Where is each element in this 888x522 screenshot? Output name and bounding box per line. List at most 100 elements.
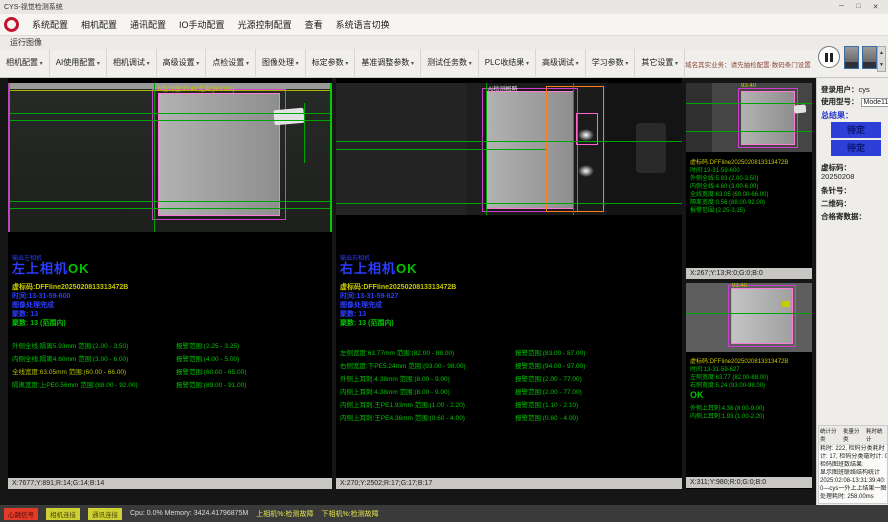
close-button[interactable]: ✕	[867, 3, 884, 11]
toolbar-baseline-adjust[interactable]: 基准调整参数	[355, 49, 421, 78]
pause-icon	[825, 53, 828, 62]
toolbar-advanced-settings[interactable]: 高级设置	[157, 49, 207, 78]
battery-cell-image	[731, 288, 793, 344]
info-line: 右侧宽度:5.24 (93.00-98.00)	[686, 380, 765, 389]
menu-item-comm-config[interactable]: 通讯配置	[130, 18, 166, 31]
alarm-range-text: 报警范围:(94.00 - 97.00)	[509, 360, 585, 370]
menu-item-light-control[interactable]: 光源控制配置	[238, 18, 292, 31]
spinner-control[interactable]: ▲▼	[877, 46, 886, 72]
stats-line: 检码图班数结果:	[819, 461, 887, 469]
camera-view-small-top[interactable]: 93.40	[686, 83, 812, 152]
green-hline	[686, 103, 812, 104]
bottom-status-bar: 心跳信号 相机连接 通讯连接 Cpu: 0.0% Memory: 3424.41…	[0, 505, 888, 522]
barcode-value: 20250208	[821, 172, 854, 181]
alarm-range-text: 报警范围:(0.60 - 4.00)	[509, 412, 578, 422]
measurement-row: 内侧全线:隔离4.60mm 范围:(3.00 - 6.00) 报警范围:(4.0…	[8, 353, 332, 363]
minimize-button[interactable]: ─	[833, 3, 850, 11]
camera-view-small-bottom[interactable]: 93.40	[686, 283, 812, 352]
menubar: 系统配置 相机配置 通讯配置 IO手动配置 光源控制配置 查看 系统语言切换	[0, 14, 888, 36]
result-info-left: 输出左相机 左上相机OK 虚标码:DFFIine2025020813313472…	[8, 78, 332, 489]
camera-result-title: 右上相机OK	[340, 258, 418, 277]
toolbar-calibration-params[interactable]: 标定参数	[306, 49, 356, 78]
toolbar-other-settings[interactable]: 其它设置	[635, 49, 685, 78]
model-label: 使用型号：	[821, 97, 859, 106]
overlay-measure-label: 93.40	[732, 283, 747, 289]
measurement-text: 全线宽度:63.05mm 范围:(60.00 - 66.00)	[8, 366, 170, 376]
camera-result-title: 左上相机OK	[12, 258, 90, 277]
login-user-label: 登录用户：	[821, 85, 859, 94]
ok-status: OK	[690, 390, 704, 400]
heartbeat-indicator: 心跳信号	[4, 508, 38, 520]
model-row: 使用型号：Mode11	[821, 96, 888, 107]
view-mode-label: 运行图像	[0, 36, 888, 50]
pixel-status-left: X:7677;Y:891;R:14;G:14;B:14	[8, 478, 332, 489]
measurement-row: 外侧上耳刺:4.38mm 范围:(8.00 - 9.00) 报警范围:(2.00…	[336, 373, 682, 383]
login-user-row: 登录用户：cys	[821, 84, 870, 95]
alarm-range-text: 报警范围:(89.00 - 91.00)	[170, 379, 246, 389]
menu-item-io-manual-config[interactable]: IO手动配置	[179, 18, 225, 31]
dark-strip	[686, 83, 712, 152]
toolbar-camera-debug[interactable]: 相机调试	[107, 49, 157, 78]
model-input[interactable]: Mode11	[861, 98, 888, 107]
alarm-range-text: 报警范围:(2.25 - 3.25)	[170, 340, 239, 350]
menu-item-view[interactable]: 查看	[305, 18, 323, 31]
stats-tab-category[interactable]: 统计分类	[820, 427, 840, 443]
pause-button[interactable]	[818, 46, 840, 68]
stats-line: 计: 17, 检码分类毫时计: 0,	[819, 453, 887, 461]
stats-tab-batch[interactable]: 批量分类	[843, 427, 863, 443]
pause-icon	[830, 53, 833, 62]
cpu-memory-text: Cpu: 0.0% Memory: 3424.41796875M	[130, 510, 248, 517]
toolbar: 相机配置 AI使用配置 相机调试 高级设置 点检设置 图像处理 标定参数 基准调…	[0, 50, 888, 78]
menu-item-system-config[interactable]: 系统配置	[32, 18, 68, 31]
qr-label: 二维码：	[821, 198, 851, 209]
measurement-row: 内侧上耳刺:王PE4.36mm 范围:(0.60 - 4.00) 报警范围:(0…	[336, 412, 682, 422]
camera-thumb-button-1[interactable]	[844, 46, 859, 69]
down-arrow-icon[interactable]: ▼	[878, 59, 885, 71]
camera-panel-small-top: 93.40 虚标码:DFFIine2025020813313472B 时间:13…	[686, 83, 812, 279]
measurement-text: 右侧宽度:下PE5.24mm 范围:(93.00 - 98.00)	[336, 360, 509, 370]
measurement-text: 隔离宽度:上PE0.56mm 范围:(88.00 - 92.00)	[8, 379, 170, 389]
measurement-row: 内侧上耳刺:王PE1.93mm 范围:(1.00 - 2.20) 报警范围:(1…	[336, 399, 682, 409]
maximize-button[interactable]: □	[850, 3, 867, 11]
ok-status: OK	[68, 261, 90, 276]
pixel-status-center: X:270;Y:2502;R:17;G:17;B:17	[336, 478, 682, 489]
toolbar-image-processing[interactable]: 图像处理	[256, 49, 306, 78]
toolbar-ai-config[interactable]: AI使用配置	[50, 49, 107, 78]
camera-thumb-button-2[interactable]	[862, 46, 877, 69]
result-info-center: 输出右相机 右上相机OK 虚标码:DFFIine2025020813313472…	[336, 78, 682, 489]
toolbar-camera-config[interactable]: 相机配置	[0, 49, 50, 78]
stats-tabs: 统计分类 批量分类 耗时统计	[819, 426, 887, 445]
toolbar-plc-results[interactable]: PLC收结果	[479, 49, 536, 78]
measurement-text: 内侧全线:隔离4.60mm 范围:(3.00 - 6.00)	[8, 353, 170, 363]
pixel-status-small-top: X:267;Y:13;R:0;G:0;B:0	[686, 268, 812, 279]
alarm-range-text: 报警范围:(83.00 - 87.00)	[509, 347, 585, 357]
yellow-mark	[782, 301, 790, 307]
upper-camera-status: 上相机%:检测故障	[256, 509, 313, 519]
toolbar-advanced-debug[interactable]: 高级调试	[536, 49, 586, 78]
toolbar-test-tasks[interactable]: 测试任务数	[421, 49, 479, 78]
measurement-row: 外侧全线:隔离5.93mm 范围:(2.00 - 3.50) 报警范围:(2.2…	[8, 340, 332, 350]
green-hline	[686, 313, 812, 314]
stats-line: 0—cys一外上上结果一图像	[819, 485, 887, 493]
info-line: 内侧上耳刺:1.93 (1.00-2.20)	[686, 411, 764, 420]
stats-line: 显示图班联络结构统计	[819, 469, 887, 477]
measurement-text: 左侧宽度:63.77mm 范围:(82.00 - 88.00)	[336, 347, 509, 357]
info-line: 报警范围:(2.25-3.25)	[686, 205, 745, 214]
up-arrow-icon[interactable]: ▲	[878, 47, 885, 59]
lower-camera-status: 下相机%:检测故障	[321, 509, 378, 519]
result-box-1: 待定	[831, 122, 881, 138]
measurement-row: 右侧宽度:下PE5.24mm 范围:(93.00 - 98.00) 报警范围:(…	[336, 360, 682, 370]
stats-tab-time[interactable]: 耗时统计	[866, 427, 886, 443]
measurement-row: 左侧宽度:63.77mm 范围:(82.00 - 88.00) 报警范围:(83…	[336, 347, 682, 357]
menu-item-language-switch[interactable]: 系统语言切换	[336, 18, 390, 31]
camera-name: 右上相机	[340, 261, 396, 276]
app-window: CYS-视觉检测系统 ─ □ ✕ 系统配置 相机配置 通讯配置 IO手动配置 光…	[0, 0, 888, 522]
menu-item-camera-config[interactable]: 相机配置	[81, 18, 117, 31]
camera-panel-left: N色均值:93.40 范围:[80/100] 输出左相机 左上相机OK 虚标码:…	[8, 78, 332, 489]
window-controls: ─ □ ✕	[833, 3, 884, 11]
toolbar-learning-params[interactable]: 学习参数	[586, 49, 636, 78]
toolbar-spot-check[interactable]: 点检设置	[206, 49, 256, 78]
pixel-status-small-bottom: X:311;Y:980;R:0;G:0;B:0	[686, 477, 812, 488]
battery-tab	[794, 104, 807, 113]
count-note-line: 聚数: 13 (范围内)	[340, 318, 394, 328]
